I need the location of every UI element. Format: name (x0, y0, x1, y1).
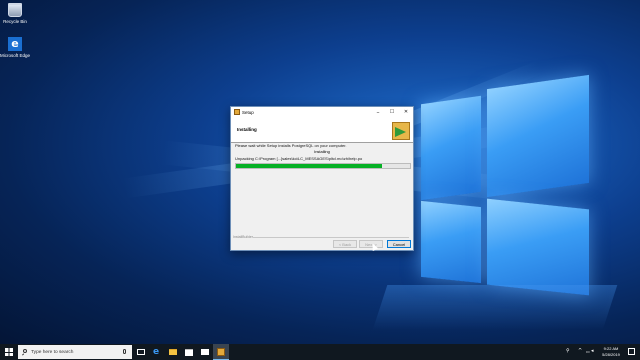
desktop-icon-label: Recycle Bin (3, 19, 27, 24)
search-placeholder: Type here to search (31, 349, 74, 355)
windows-logo-pane (421, 200, 481, 284)
setup-dialog: Setup – ☐ ✕ Installing Please wait while… (230, 106, 414, 251)
search-box[interactable]: Type here to search (18, 345, 132, 359)
clock[interactable]: 9:22 AM 5/28/2019 (596, 346, 626, 357)
microphone-icon[interactable] (123, 349, 126, 354)
search-icon (23, 349, 27, 353)
windows-logo-pane (421, 95, 481, 201)
setup-app-icon (217, 348, 225, 356)
status-label: Installing (314, 149, 330, 154)
setup-app-icon (234, 109, 240, 115)
windows-logo-pane (487, 74, 589, 198)
unpacking-detail: Unpacking C:\Program [...]sales\ko\LC_ME… (235, 156, 363, 161)
progress-bar (235, 163, 411, 169)
progress-fill (236, 164, 383, 168)
back-button[interactable]: < Back (333, 240, 357, 248)
edge-icon: e (153, 347, 160, 357)
installer-box-icon (392, 122, 410, 140)
file-explorer-icon (169, 349, 177, 355)
network-icon[interactable]: ▭ (586, 349, 590, 354)
mail-icon (201, 349, 209, 355)
window-title: Setup (242, 109, 254, 115)
recycle-bin-shortcut[interactable]: Recycle Bin (0, 3, 30, 24)
microsoft-edge-shortcut[interactable]: e Microsoft Edge (0, 37, 30, 58)
installbuilder-label: InstallBuilder (233, 235, 254, 239)
desktop-icon-label: Microsoft Edge (0, 53, 31, 58)
windows-logo-pane (487, 198, 589, 296)
chevron-up-icon[interactable]: ^ (578, 348, 582, 354)
clock-date: 5/28/2019 (602, 351, 620, 357)
people-icon[interactable]: ⚲ (566, 348, 570, 354)
taskbar-mail[interactable] (197, 344, 213, 360)
footer-divider (253, 237, 409, 238)
task-view-button[interactable] (133, 344, 149, 360)
minimize-button[interactable]: – (371, 107, 385, 118)
maximize-button[interactable]: ☐ (385, 107, 399, 118)
page-title: Installing (237, 127, 257, 132)
title-bar[interactable]: Setup – ☐ ✕ (231, 107, 413, 118)
taskbar-edge[interactable]: e (149, 344, 165, 360)
store-icon (185, 349, 193, 356)
taskbar-store[interactable] (181, 344, 197, 360)
logo-reflection (372, 285, 618, 330)
recycle-bin-icon (8, 3, 22, 17)
edge-icon: e (8, 37, 22, 51)
wizard-header: Installing (231, 118, 413, 143)
taskbar-file-explorer[interactable] (165, 344, 181, 360)
instruction-text: Please wait while Setup installs Postgre… (235, 143, 347, 148)
action-center-icon[interactable] (628, 348, 635, 355)
taskbar-setup[interactable] (213, 344, 229, 360)
cancel-button[interactable]: Cancel (387, 240, 411, 248)
close-button[interactable]: ✕ (399, 107, 413, 118)
start-button[interactable] (0, 344, 18, 360)
volume-icon[interactable]: ◂ (591, 348, 594, 354)
task-view-icon (137, 349, 145, 355)
windows-icon (5, 348, 13, 356)
taskbar: Type here to search e ⚲ ^ ▭ ◂ 9:22 AM 5/… (0, 344, 640, 360)
